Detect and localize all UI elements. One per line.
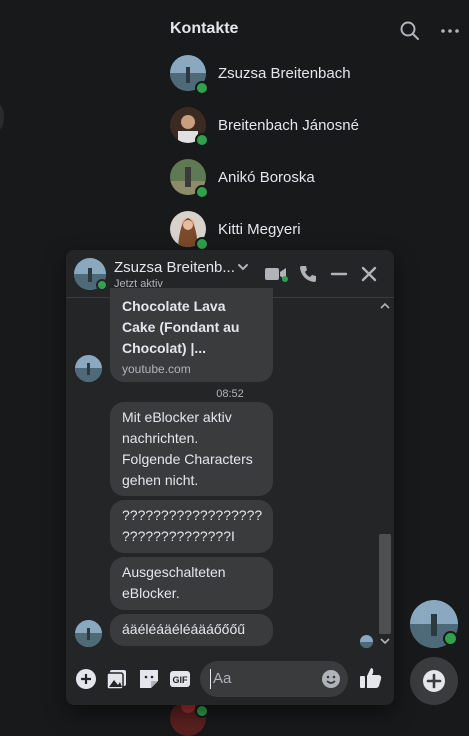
online-indicator xyxy=(443,631,458,646)
new-message-icon xyxy=(422,669,446,693)
message-line: ??????????????‍I xyxy=(122,528,235,544)
svg-text:GIF: GIF xyxy=(173,675,189,685)
message-composer: GIF Aa xyxy=(66,653,394,705)
left-panel-edge xyxy=(0,103,4,131)
message-line: eBlocker. xyxy=(122,585,180,601)
online-indicator xyxy=(195,81,209,95)
online-indicator xyxy=(195,237,209,251)
online-indicator xyxy=(195,133,209,147)
gif-icon[interactable]: GIF xyxy=(168,667,192,691)
avatar xyxy=(75,355,102,382)
message-line: Ausgeschalteten xyxy=(122,564,226,580)
contacts-title: Kontakte xyxy=(170,20,239,37)
avatar xyxy=(75,620,102,647)
message-line: ?????????????????? xyxy=(122,507,263,523)
contact-name: Anikó Boroska xyxy=(218,169,315,186)
online-indicator xyxy=(96,279,108,291)
message-line: nachrichten. xyxy=(122,430,199,446)
emoji-icon[interactable] xyxy=(321,669,341,689)
link-preview-title-line: Chocolat) |... xyxy=(122,340,207,356)
chat-contact-name[interactable]: Zsuzsa Breitenb... xyxy=(114,259,235,276)
link-preview-title: Chocolate Lava Cake (Fondant au Chocolat… xyxy=(122,296,261,359)
link-preview-bubble[interactable]: Chocolate Lava Cake (Fondant au Chocolat… xyxy=(110,288,273,382)
image-icon[interactable] xyxy=(105,667,129,691)
chat-window: Zsuzsa Breitenb... Jetzt aktiv Chocolate… xyxy=(66,250,394,705)
message-line: Folgende Characters xyxy=(122,451,253,467)
text-cursor xyxy=(210,669,211,689)
link-preview-domain: youtube.com xyxy=(122,362,191,376)
minimize-icon[interactable] xyxy=(329,264,349,284)
message-timestamp: 08:52 xyxy=(216,388,244,400)
contact-item[interactable]: Kitti Megyeri xyxy=(165,207,469,253)
message-line: Mit eBlocker aktiv xyxy=(122,409,232,425)
online-indicator xyxy=(195,704,209,718)
message-bubble[interactable]: Ausgeschalteten eBlocker. xyxy=(110,557,273,610)
contact-name: Breitenbach Jánosné xyxy=(218,117,359,134)
video-call-icon[interactable] xyxy=(264,264,288,284)
contact-name: Kitti Megyeri xyxy=(218,221,301,238)
read-receipt-avatar xyxy=(360,635,373,648)
contact-item[interactable]: Anikó Boroska xyxy=(165,155,469,201)
add-icon[interactable] xyxy=(74,667,98,691)
message-line: áäéléáäéléáäáőőőű xyxy=(122,621,246,637)
message-line: gehen nicht. xyxy=(122,472,199,488)
contact-name: Zsuzsa Breitenbach xyxy=(218,65,351,82)
link-preview-title-line: Chocolate Lava xyxy=(122,298,226,314)
close-icon[interactable] xyxy=(359,264,379,284)
more-icon[interactable] xyxy=(439,20,461,42)
message-input-placeholder: Aa xyxy=(213,670,232,687)
contact-item[interactable]: Zsuzsa Breitenbach xyxy=(165,51,469,97)
chat-scrollbar[interactable] xyxy=(378,298,392,650)
like-icon[interactable] xyxy=(358,665,382,689)
message-bubble[interactable]: Mit eBlocker aktiv nachrichten. Folgende… xyxy=(110,402,273,496)
search-icon[interactable] xyxy=(399,20,421,42)
sticker-icon[interactable] xyxy=(137,667,161,691)
new-message-button[interactable] xyxy=(410,657,458,705)
message-bubble[interactable]: ?????????????????? ??????????????‍I xyxy=(110,500,273,553)
online-indicator xyxy=(195,185,209,199)
phone-icon[interactable] xyxy=(298,264,318,284)
message-bubble[interactable]: áäéléáäéléáäáőőőű xyxy=(110,614,273,646)
chevron-down-icon[interactable] xyxy=(236,260,250,274)
link-preview-title-line: Cake (Fondant au xyxy=(122,319,240,335)
contact-item[interactable]: Breitenbach Jánosné xyxy=(165,103,469,149)
message-input[interactable]: Aa xyxy=(200,661,348,697)
